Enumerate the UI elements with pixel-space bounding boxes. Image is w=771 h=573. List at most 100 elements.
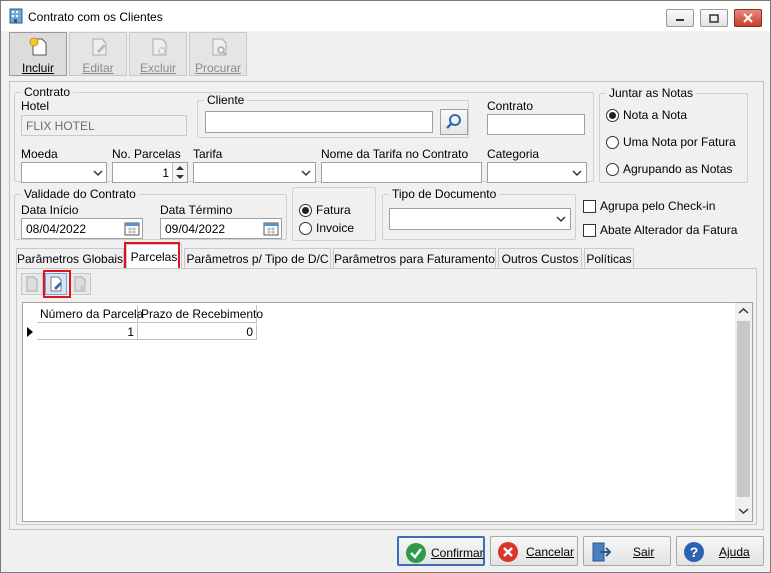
scroll-up-icon[interactable] (738, 307, 749, 315)
procurar-label: Procurar (194, 61, 241, 75)
radio-label: Nota a Nota (623, 108, 688, 122)
tab-politicas[interactable]: Políticas (584, 248, 634, 268)
spin-arrows-icon (176, 166, 184, 179)
radio-dot[interactable] (299, 221, 312, 235)
juntar-notas-title: Juntar as Notas (606, 86, 697, 100)
grid-cell[interactable]: 1 (37, 324, 138, 340)
hotel-label: Hotel (21, 99, 50, 113)
contrato-input[interactable] (487, 114, 585, 135)
scroll-thumb[interactable] (737, 321, 750, 497)
minimize-button[interactable] (666, 9, 694, 27)
minimize-icon (676, 19, 684, 21)
main-window: Contrato com os Clientes Incluir Editar (0, 0, 771, 573)
chevron-down-icon (572, 170, 582, 177)
nome-tarifa-label: Nome da Tarifa no Contrato (321, 147, 469, 161)
scroll-down-icon[interactable] (738, 507, 749, 515)
excluir-button[interactable]: Excluir (129, 32, 187, 76)
radio-nota-a-nota[interactable]: Nota a Nota (606, 108, 687, 122)
confirmar-button[interactable]: Confirmar (397, 536, 485, 566)
exit-door-icon (592, 542, 612, 562)
chevron-down-icon (93, 170, 103, 177)
tab-parametros-globais[interactable]: Parâmetros Globais (16, 248, 124, 268)
moeda-label: Moeda (21, 147, 58, 161)
tipo-documento-select[interactable] (389, 208, 571, 230)
highlight-box-tab (124, 242, 180, 270)
building-icon (9, 8, 23, 24)
radio-agrupando-as-notas[interactable]: Agrupando as Notas (606, 162, 732, 176)
nome-tarifa-input[interactable] (321, 162, 482, 183)
procurar-button[interactable]: Procurar (189, 32, 247, 76)
incluir-label: Incluir (21, 61, 54, 75)
help-icon: ? (684, 542, 704, 562)
new-document-icon (26, 276, 38, 292)
search-icon (446, 114, 461, 129)
title-bar: Contrato com os Clientes (1, 1, 770, 31)
abate-alterador-checkbox[interactable]: Abate Alterador da Fatura (583, 223, 737, 237)
close-icon (743, 13, 753, 23)
ajuda-label: Ajuda (719, 545, 750, 559)
window-title: Contrato com os Clientes (28, 10, 163, 24)
categoria-label: Categoria (487, 147, 540, 161)
vertical-scrollbar[interactable] (735, 303, 752, 521)
radio-invoice[interactable]: Invoice (299, 221, 354, 235)
add-parcela-button[interactable] (21, 273, 43, 295)
tab-parametros-faturamento[interactable]: Parâmetros para Faturamento (333, 248, 496, 268)
checkbox-box[interactable] (583, 199, 596, 213)
cliente-search-button[interactable] (440, 109, 468, 135)
tab-outros-custos[interactable]: Outros Custos (498, 248, 582, 268)
tarifa-label: Tarifa (193, 147, 223, 161)
radio-dot[interactable] (299, 203, 312, 217)
close-button[interactable] (734, 9, 762, 27)
parcelas-grid[interactable]: Número da Parcela Prazo de Recebimento 1… (22, 302, 753, 522)
highlight-box-edit (43, 270, 71, 298)
agrupa-checkin-checkbox[interactable]: Agrupa pelo Check-in (583, 199, 715, 213)
cliente-input[interactable] (205, 111, 433, 133)
parcelas-tab-page: Número da Parcela Prazo de Recebimento 1… (16, 268, 757, 525)
radio-dot[interactable] (606, 108, 619, 122)
cliente-label: Cliente (204, 93, 248, 107)
sair-button[interactable]: Sair (583, 536, 671, 566)
editar-label: Editar (82, 61, 114, 75)
chevron-down-icon (301, 170, 311, 177)
radio-dot[interactable] (606, 135, 619, 149)
incluir-button[interactable]: Incluir (9, 32, 67, 76)
chevron-down-icon (556, 216, 566, 223)
radio-label: Invoice (316, 221, 355, 235)
grid-header-numero[interactable]: Número da Parcela (37, 305, 143, 323)
calendar-icon[interactable] (124, 221, 140, 236)
radio-fatura[interactable]: Fatura (299, 203, 351, 217)
contrato-group-title: Contrato (21, 85, 74, 99)
tarifa-select[interactable] (193, 162, 316, 183)
data-inicio-label: Data Início (21, 203, 79, 217)
cancelar-button[interactable]: Cancelar (490, 536, 578, 566)
tipo-documento-title: Tipo de Documento (389, 187, 500, 201)
grid-cell[interactable]: 0 (138, 324, 257, 340)
svg-text:?: ? (690, 544, 699, 560)
delete-parcela-button[interactable] (69, 273, 91, 295)
ajuda-button[interactable]: ? Ajuda (676, 536, 764, 566)
delete-document-icon (152, 38, 167, 56)
tab-parametros-tipo-dc[interactable]: Parâmetros p/ Tipo de D/C (184, 248, 331, 268)
radio-label: Uma Nota por Fatura (623, 135, 736, 149)
editar-button[interactable]: Editar (69, 32, 127, 76)
edit-document-icon (92, 38, 107, 56)
validade-title: Validade do Contrato (21, 187, 139, 201)
data-termino-label: Data Término (160, 203, 233, 217)
radio-label: Fatura (316, 203, 351, 217)
sair-label: Sair (633, 545, 655, 559)
checkbox-label: Agrupa pelo Check-in (600, 199, 716, 213)
checkbox-box[interactable] (583, 223, 596, 237)
search-document-icon (212, 38, 227, 56)
confirmar-label: Confirmar (431, 546, 484, 560)
checkbox-label: Abate Alterador da Fatura (600, 223, 738, 237)
grid-header-prazo[interactable]: Prazo de Recebimento (138, 305, 263, 323)
maximize-button[interactable] (700, 9, 728, 27)
hotel-field: FLIX HOTEL (21, 115, 187, 136)
radio-dot[interactable] (606, 162, 619, 176)
radio-uma-nota-por-fatura[interactable]: Uma Nota por Fatura (606, 135, 736, 149)
parcelas-label: No. Parcelas (112, 147, 181, 161)
contract-panel: Contrato Hotel FLIX HOTEL Cliente Contra… (9, 81, 764, 530)
calendar-icon[interactable] (263, 221, 279, 236)
radio-label: Agrupando as Notas (623, 162, 733, 176)
parcelas-spinner[interactable] (172, 163, 187, 182)
